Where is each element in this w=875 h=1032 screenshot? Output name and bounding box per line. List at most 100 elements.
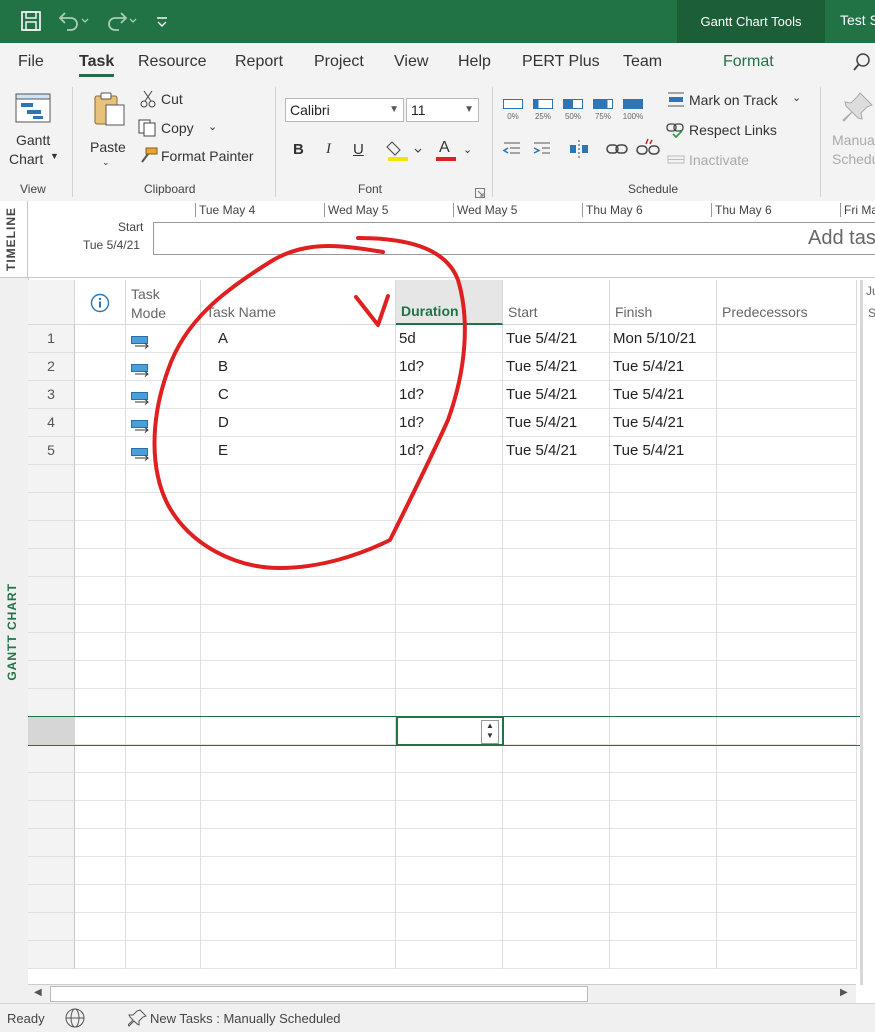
predecessors-cell[interactable] bbox=[717, 549, 857, 577]
indicator-cell[interactable] bbox=[75, 605, 126, 633]
duration-cell[interactable] bbox=[396, 633, 503, 661]
task-mode-cell[interactable] bbox=[126, 325, 201, 353]
task-name-cell[interactable] bbox=[201, 605, 396, 633]
format-painter-button[interactable]: Format Painter bbox=[136, 146, 266, 168]
task-name-cell[interactable] bbox=[201, 577, 396, 605]
selected-row-header[interactable] bbox=[28, 717, 75, 745]
cut-button[interactable]: Cut bbox=[138, 89, 198, 111]
task-name-cell[interactable] bbox=[201, 521, 396, 549]
row-id[interactable] bbox=[28, 661, 75, 689]
predecessors-cell[interactable] bbox=[717, 577, 857, 605]
respect-links-button[interactable]: Respect Links bbox=[664, 120, 794, 142]
start-cell[interactable] bbox=[503, 521, 610, 549]
duration-cell[interactable] bbox=[396, 549, 503, 577]
percent-complete-50-button[interactable] bbox=[563, 99, 583, 109]
indicator-cell[interactable] bbox=[75, 913, 126, 941]
scroll-left-icon[interactable]: ◀ bbox=[34, 987, 42, 998]
task-name-cell[interactable] bbox=[201, 941, 396, 969]
start-cell[interactable]: Tue 5/4/21 bbox=[503, 437, 610, 465]
finish-cell[interactable] bbox=[610, 521, 717, 549]
duration-cell[interactable] bbox=[396, 801, 503, 829]
new-tasks-mode[interactable]: New Tasks : Manually Scheduled bbox=[150, 1011, 341, 1026]
pushpin-icon[interactable] bbox=[127, 1008, 148, 1031]
tab-report[interactable]: Report bbox=[235, 53, 283, 71]
font-dialog-launcher-icon[interactable] bbox=[475, 185, 485, 201]
predecessors-cell[interactable] bbox=[717, 745, 857, 773]
customize-quick-access-icon[interactable] bbox=[155, 10, 169, 37]
indent-icon[interactable] bbox=[532, 139, 552, 162]
task-name-cell[interactable]: C bbox=[201, 381, 396, 409]
task-name-cell[interactable] bbox=[201, 689, 396, 717]
finish-cell[interactable] bbox=[610, 689, 717, 717]
task-mode-cell[interactable] bbox=[126, 773, 201, 801]
task-name-cell[interactable] bbox=[201, 661, 396, 689]
link-tasks-icon[interactable] bbox=[605, 139, 629, 162]
task-name-cell[interactable] bbox=[201, 493, 396, 521]
task-mode-cell[interactable] bbox=[126, 605, 201, 633]
horizontal-scrollbar[interactable]: ◀ ▶ bbox=[28, 984, 856, 1003]
indicator-cell[interactable] bbox=[75, 465, 126, 493]
duration-cell[interactable] bbox=[396, 577, 503, 605]
task-mode-cell[interactable] bbox=[126, 857, 201, 885]
tab-view[interactable]: View bbox=[394, 53, 428, 71]
redo-icon[interactable] bbox=[104, 10, 138, 37]
duration-cell[interactable] bbox=[396, 885, 503, 913]
task-name-cell[interactable] bbox=[201, 633, 396, 661]
duration-cell[interactable]: 1d? bbox=[396, 409, 503, 437]
finish-cell[interactable] bbox=[610, 857, 717, 885]
task-mode-cell[interactable] bbox=[126, 381, 201, 409]
start-cell[interactable] bbox=[503, 941, 610, 969]
finish-cell[interactable]: Mon 5/10/21 bbox=[610, 325, 717, 353]
duration-cell[interactable] bbox=[396, 493, 503, 521]
predecessors-cell[interactable] bbox=[717, 857, 857, 885]
indicator-cell[interactable] bbox=[75, 689, 126, 717]
duration-cell[interactable] bbox=[396, 521, 503, 549]
duration-cell[interactable]: 1d? bbox=[396, 437, 503, 465]
indicator-cell[interactable] bbox=[75, 521, 126, 549]
row-id[interactable] bbox=[28, 885, 75, 913]
indicator-cell[interactable] bbox=[75, 745, 126, 773]
row-id[interactable]: 2 bbox=[28, 353, 75, 381]
paste-button[interactable]: Paste ⌄ bbox=[86, 89, 130, 173]
task-name-cell[interactable]: D bbox=[201, 409, 396, 437]
duration-cell[interactable]: 1d? bbox=[396, 381, 503, 409]
indicator-cell[interactable] bbox=[75, 829, 126, 857]
finish-cell[interactable] bbox=[610, 941, 717, 969]
task-name-cell[interactable] bbox=[201, 913, 396, 941]
predecessors-cell[interactable] bbox=[717, 941, 857, 969]
task-name-cell[interactable] bbox=[201, 885, 396, 913]
timeline-bar[interactable]: Add tas bbox=[153, 222, 875, 255]
task-mode-cell[interactable] bbox=[126, 465, 201, 493]
task-name-cell[interactable] bbox=[201, 745, 396, 773]
tab-task[interactable]: Task bbox=[79, 53, 115, 77]
predecessors-cell[interactable] bbox=[717, 661, 857, 689]
task-name-cell[interactable] bbox=[201, 773, 396, 801]
outdent-icon[interactable] bbox=[502, 139, 522, 162]
finish-cell[interactable] bbox=[610, 773, 717, 801]
indicator-cell[interactable] bbox=[75, 409, 126, 437]
split-task-icon[interactable] bbox=[568, 138, 590, 163]
finish-cell[interactable] bbox=[610, 885, 717, 913]
col-header-task-name[interactable]: Task Name bbox=[201, 280, 396, 325]
task-mode-cell[interactable] bbox=[126, 633, 201, 661]
italic-button[interactable]: I bbox=[326, 141, 331, 158]
copy-button[interactable]: Copy ⌄ bbox=[136, 118, 222, 140]
predecessors-cell[interactable] bbox=[717, 829, 857, 857]
start-cell[interactable] bbox=[503, 577, 610, 605]
scroll-thumb[interactable] bbox=[50, 986, 588, 1002]
mark-on-track-button[interactable]: Mark on Track ⌄ bbox=[664, 90, 814, 112]
task-mode-cell[interactable] bbox=[126, 801, 201, 829]
task-name-cell[interactable] bbox=[201, 801, 396, 829]
globe-icon[interactable] bbox=[64, 1007, 86, 1032]
predecessors-cell[interactable] bbox=[717, 913, 857, 941]
select-all-corner[interactable] bbox=[28, 280, 75, 325]
start-cell[interactable] bbox=[503, 605, 610, 633]
duration-cell[interactable] bbox=[396, 661, 503, 689]
tab-format[interactable]: Format bbox=[723, 53, 774, 71]
task-mode-cell[interactable] bbox=[126, 437, 201, 465]
task-name-cell[interactable] bbox=[201, 549, 396, 577]
predecessors-cell[interactable] bbox=[717, 493, 857, 521]
duration-cell[interactable]: 1d? bbox=[396, 353, 503, 381]
start-cell[interactable] bbox=[503, 745, 610, 773]
predecessors-cell[interactable] bbox=[717, 885, 857, 913]
